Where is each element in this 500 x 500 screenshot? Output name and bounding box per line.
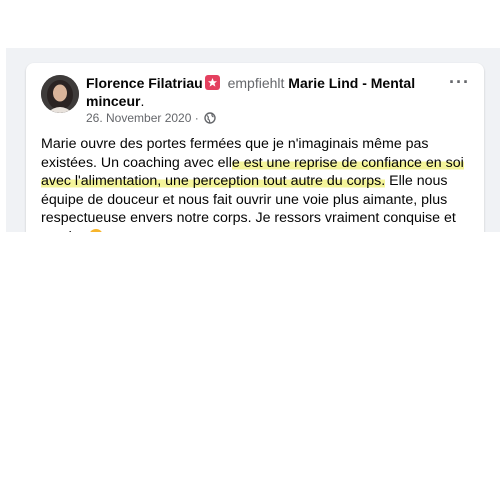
post-meta: 26. November 2020 ·	[86, 111, 216, 127]
recommend-icon	[204, 75, 220, 90]
page-suffix: .	[140, 93, 145, 109]
post-date[interactable]: 26. November 2020	[86, 111, 191, 125]
date-separator: ·	[194, 111, 199, 125]
heart-eyes-emoji-icon	[88, 228, 103, 232]
more-options-button[interactable]: ···	[449, 73, 470, 91]
post-header: Florence Filatriau empfiehlt Marie Lind …	[86, 74, 426, 110]
author-name[interactable]: Florence Filatriau	[86, 75, 203, 91]
post-body: Marie ouvre des portes fermées que je n'…	[41, 135, 473, 232]
avatar[interactable]	[41, 75, 79, 113]
globe-icon[interactable]	[204, 112, 216, 127]
post-card: Florence Filatriau empfiehlt Marie Lind …	[26, 63, 484, 232]
recommend-verb: empfiehlt	[227, 75, 285, 91]
feed-background: Florence Filatriau empfiehlt Marie Lind …	[6, 48, 500, 232]
